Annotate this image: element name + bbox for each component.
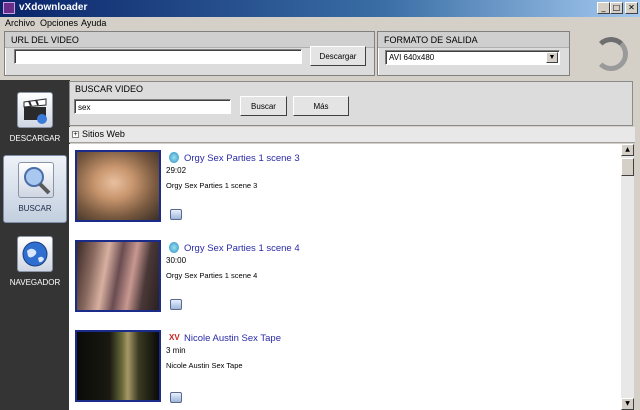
result-duration: 3 min: [166, 346, 186, 355]
sites-tree-header[interactable]: + Sitios Web: [69, 127, 635, 143]
format-select-value: AVI 640x480: [389, 53, 435, 62]
scroll-up-icon[interactable]: ▲: [621, 144, 634, 156]
scroll-thumb[interactable]: [621, 158, 634, 176]
search-heading: BUSCAR VIDEO: [75, 84, 144, 94]
download-icon[interactable]: [170, 209, 182, 220]
url-panel: URL DEL VIDEO Descargar: [4, 31, 375, 76]
menu-bar: Archivo Opciones Ayuda: [0, 17, 640, 30]
search-input[interactable]: sex: [74, 99, 231, 114]
menu-ayuda[interactable]: Ayuda: [81, 18, 106, 28]
result-duration: 29:02: [166, 166, 187, 175]
sites-label: Sitios Web: [82, 129, 125, 139]
sidebar: DESCARGAR BUSCAR NAVEGADOR: [0, 80, 70, 410]
swirl-icon: [169, 152, 179, 163]
sidebar-item-label: DESCARGAR: [9, 134, 61, 143]
result-title-link[interactable]: Nicole Austin Sex Tape: [184, 333, 281, 344]
search-panel: BUSCAR VIDEO sex Buscar Más: [69, 81, 633, 126]
swirl-icon: [169, 242, 179, 253]
close-button[interactable]: ✕: [625, 2, 638, 14]
more-button[interactable]: Más: [293, 96, 349, 116]
maximize-button[interactable]: □: [610, 2, 623, 14]
magnifier-icon: [18, 162, 54, 198]
format-panel-heading: FORMATO DE SALIDA: [378, 32, 569, 48]
globe-icon: [17, 236, 53, 272]
menu-opciones[interactable]: Opciones: [40, 18, 78, 28]
window-title: vXdownloader: [19, 2, 88, 13]
list-item[interactable]: XV Nicole Austin Sex Tape 3 min Nicole A…: [69, 330, 621, 410]
title-bar[interactable]: vXdownloader _ □ ✕: [0, 0, 640, 17]
result-description: Orgy Sex Parties 1 scene 4: [166, 271, 258, 280]
sidebar-item-descargar[interactable]: DESCARGAR: [3, 86, 67, 154]
menu-archivo[interactable]: Archivo: [5, 18, 35, 28]
minimize-button[interactable]: _: [597, 2, 610, 14]
video-thumbnail[interactable]: [75, 240, 161, 312]
sidebar-item-label: BUSCAR: [18, 204, 52, 213]
result-duration: 30:00: [166, 256, 187, 265]
result-description: Nicole Austin Sex Tape: [166, 361, 243, 370]
sidebar-item-label: NAVEGADOR: [9, 278, 61, 287]
download-icon[interactable]: [170, 392, 182, 403]
format-select[interactable]: AVI 640x480 ▼: [385, 50, 560, 65]
video-thumbnail[interactable]: [75, 330, 161, 402]
app-icon: [3, 2, 15, 14]
result-description: Orgy Sex Parties 1 scene 3: [166, 181, 258, 190]
video-thumbnail[interactable]: [75, 150, 161, 222]
results-scrollbar[interactable]: ▲ ▼: [621, 144, 634, 410]
list-item[interactable]: Orgy Sex Parties 1 scene 3 29:02 Orgy Se…: [69, 150, 621, 240]
result-title-link[interactable]: Orgy Sex Parties 1 scene 3: [184, 153, 300, 164]
app-window: vXdownloader _ □ ✕ Archivo Opciones Ayud…: [0, 0, 640, 410]
sidebar-item-buscar[interactable]: BUSCAR: [3, 155, 67, 223]
list-item[interactable]: Orgy Sex Parties 1 scene 4 30:00 Orgy Se…: [69, 240, 621, 330]
download-button[interactable]: Descargar: [310, 46, 366, 66]
result-title-link[interactable]: Orgy Sex Parties 1 scene 4: [184, 243, 300, 254]
expand-icon[interactable]: +: [72, 131, 79, 138]
loading-spinner-icon: [594, 37, 628, 71]
results-list: Orgy Sex Parties 1 scene 3 29:02 Orgy Se…: [69, 144, 621, 410]
clapperboard-icon: [17, 92, 53, 128]
search-button[interactable]: Buscar: [240, 96, 287, 116]
url-input[interactable]: [14, 49, 302, 64]
download-icon[interactable]: [170, 299, 182, 310]
format-panel: FORMATO DE SALIDA AVI 640x480 ▼: [377, 31, 570, 76]
xv-icon: XV: [169, 333, 180, 342]
chevron-down-icon[interactable]: ▼: [546, 52, 558, 63]
sidebar-item-navegador[interactable]: NAVEGADOR: [3, 230, 67, 298]
scroll-down-icon[interactable]: ▼: [621, 398, 634, 410]
